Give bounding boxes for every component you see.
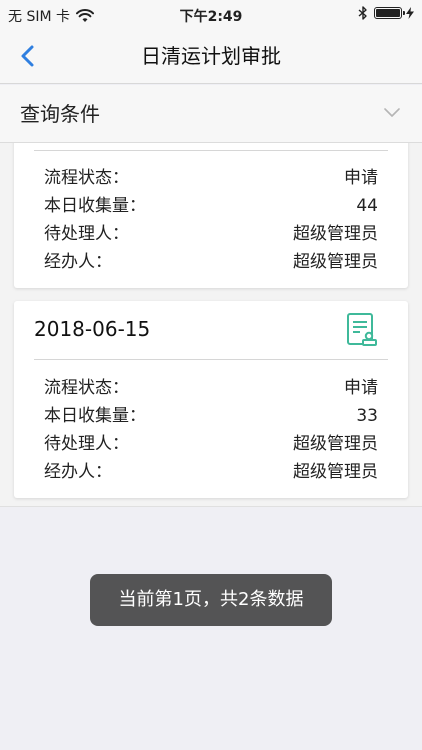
pagination-toast: 当前第1页，共2条数据 — [90, 574, 332, 626]
field-label: 本日收集量： — [44, 406, 146, 426]
field-row-pending-handler: 待处理人： 超级管理员 — [44, 432, 378, 456]
approval-document-icon[interactable] — [346, 312, 378, 348]
field-value: 44 — [356, 196, 378, 216]
card-divider — [34, 359, 388, 360]
card-divider — [34, 150, 388, 151]
field-label: 流程状态： — [44, 168, 129, 188]
field-value: 超级管理员 — [293, 224, 378, 244]
field-row-pending-handler: 待处理人： 超级管理员 — [44, 222, 378, 246]
status-bar: 无 SIM 卡 下午2:49 — [0, 0, 422, 28]
field-row-daily-collection: 本日收集量： 44 — [44, 194, 378, 218]
battery-icon — [374, 7, 405, 19]
field-label: 经办人： — [44, 252, 112, 272]
field-row-operator: 经办人： 超级管理员 — [44, 460, 378, 484]
record-date: 2018-06-15 — [34, 317, 151, 341]
record-list[interactable]: 流程状态： 申请 本日收集量： 44 待处理人： 超级管理员 经办人： 超级管理… — [0, 143, 422, 507]
field-value: 申请 — [344, 168, 378, 188]
field-label: 待处理人： — [44, 434, 129, 454]
query-conditions-label: 查询条件 — [20, 102, 100, 126]
charging-icon — [406, 7, 414, 19]
query-conditions-toggle[interactable]: 查询条件 — [0, 85, 422, 143]
field-value: 33 — [356, 406, 378, 426]
record-card[interactable]: 流程状态： 申请 本日收集量： 44 待处理人： 超级管理员 经办人： 超级管理… — [14, 143, 408, 288]
page-title: 日清运计划审批 — [141, 44, 281, 68]
field-row-status: 流程状态： 申请 — [44, 376, 378, 400]
field-row-status: 流程状态： 申请 — [44, 166, 378, 190]
chevron-down-icon[interactable] — [384, 107, 400, 119]
status-right — [358, 6, 414, 20]
nav-bar: 日清运计划审批 — [0, 28, 422, 84]
battery-fill — [376, 9, 400, 17]
field-row-daily-collection: 本日收集量： 33 — [44, 404, 378, 428]
field-value: 超级管理员 — [293, 434, 378, 454]
field-value: 申请 — [344, 378, 378, 398]
chevron-left-icon[interactable] — [14, 42, 42, 70]
field-value: 超级管理员 — [293, 252, 378, 272]
field-label: 经办人： — [44, 462, 112, 482]
field-label: 待处理人： — [44, 224, 129, 244]
field-row-operator: 经办人： 超级管理员 — [44, 250, 378, 274]
field-label: 本日收集量： — [44, 196, 146, 216]
field-value: 超级管理员 — [293, 462, 378, 482]
field-label: 流程状态： — [44, 378, 129, 398]
bluetooth-icon — [358, 6, 367, 20]
record-card[interactable]: 2018-06-15 流程状态： 申请 本日收集量： 33 待处理人： 超级管理… — [14, 301, 408, 498]
